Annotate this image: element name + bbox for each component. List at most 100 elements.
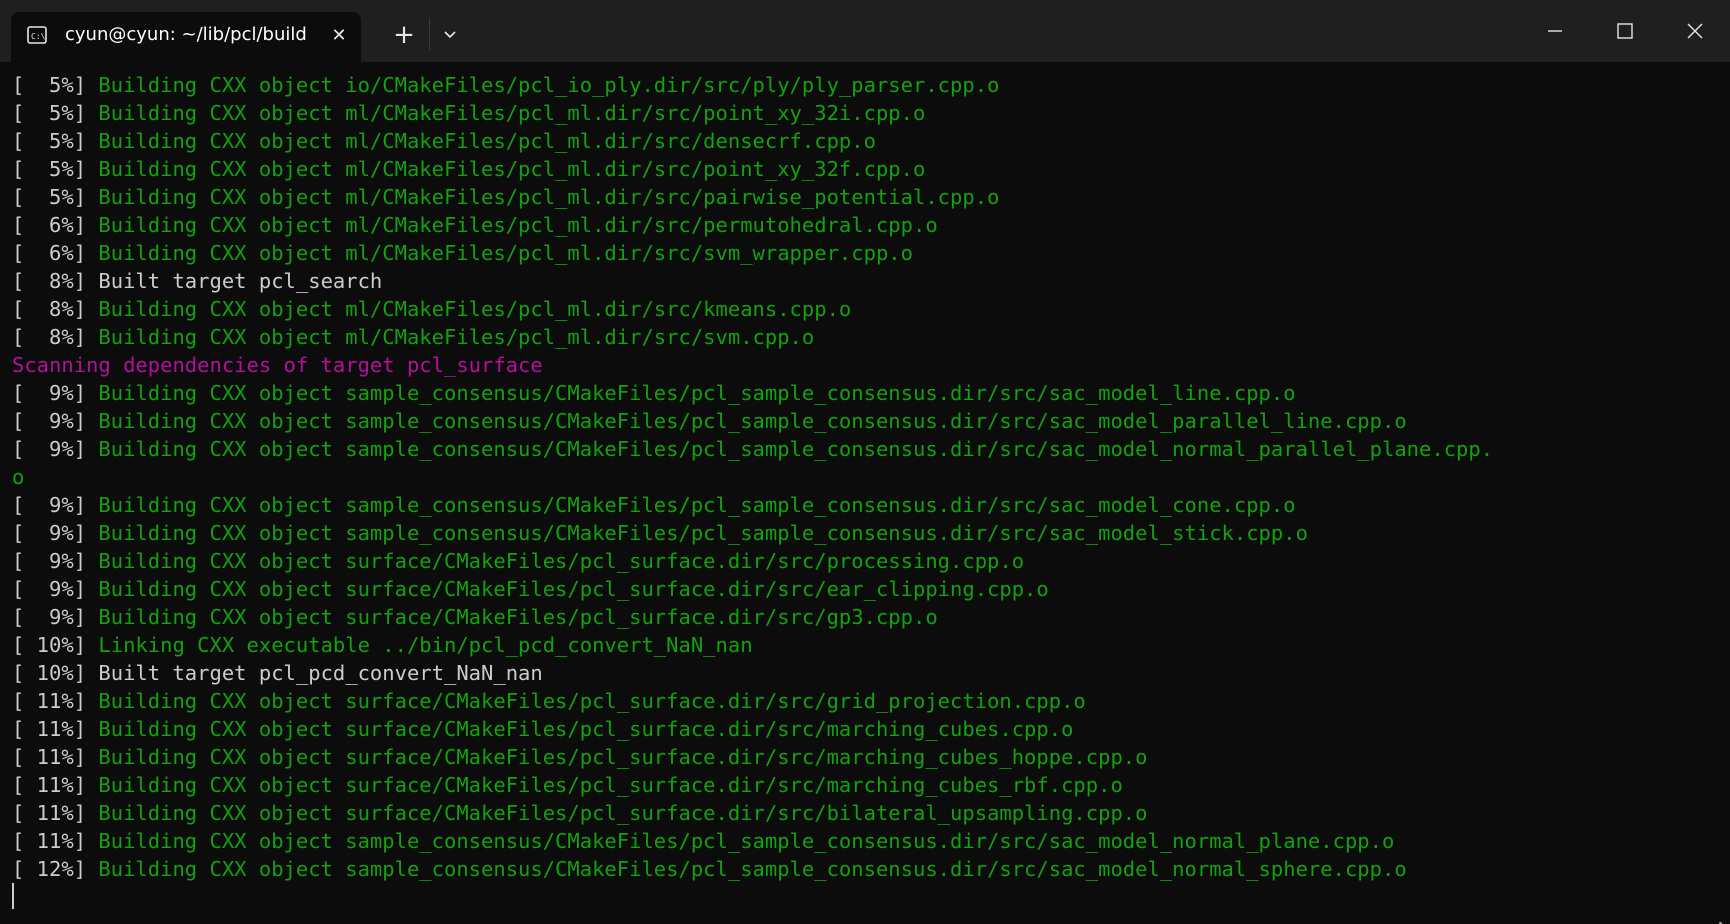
terminal-line: [ 11%] Building CXX object surface/CMake…: [12, 687, 1493, 715]
svg-text:C:\: C:\: [31, 32, 46, 41]
terminal-line: [ 11%] Building CXX object sample_consen…: [12, 827, 1493, 855]
line-text: Building CXX object sample_consensus/CMa…: [98, 437, 1494, 461]
text-cursor: [12, 883, 14, 909]
terminal-line: [ 6%] Building CXX object ml/CMakeFiles/…: [12, 211, 1493, 239]
line-text: Building CXX object sample_consensus/CMa…: [98, 521, 1308, 545]
terminal-line: [ 12%] Building CXX object sample_consen…: [12, 855, 1493, 883]
line-text: Scanning dependencies of target pcl_surf…: [12, 353, 543, 377]
terminal-line: [ 9%] Building CXX object surface/CMakeF…: [12, 547, 1493, 575]
progress-prefix: [ 11%]: [12, 773, 99, 797]
progress-prefix: [ 5%]: [12, 101, 99, 125]
progress-prefix: [ 11%]: [12, 829, 99, 853]
progress-prefix: [ 11%]: [12, 801, 99, 825]
line-text: Building CXX object surface/CMakeFiles/p…: [98, 689, 1086, 713]
terminal-line: [ 10%] Linking CXX executable ../bin/pcl…: [12, 631, 1493, 659]
terminal-line: [ 8%] Building CXX object ml/CMakeFiles/…: [12, 295, 1493, 323]
terminal-line: [ 8%] Building CXX object ml/CMakeFiles/…: [12, 323, 1493, 351]
terminal-line: [ 9%] Building CXX object sample_consens…: [12, 379, 1493, 407]
terminal-line: [ 5%] Building CXX object ml/CMakeFiles/…: [12, 155, 1493, 183]
terminal-line: [ 11%] Building CXX object surface/CMake…: [12, 771, 1493, 799]
progress-prefix: [ 12%]: [12, 857, 99, 881]
terminal-line: Scanning dependencies of target pcl_surf…: [12, 351, 1493, 379]
progress-prefix: [ 6%]: [12, 241, 99, 265]
terminal-line: [ 5%] Building CXX object ml/CMakeFiles/…: [12, 127, 1493, 155]
progress-prefix: [ 9%]: [12, 437, 99, 461]
tab-divider: [429, 18, 430, 50]
progress-prefix: [ 8%]: [12, 269, 99, 293]
progress-prefix: [ 5%]: [12, 129, 99, 153]
progress-prefix: [ 10%]: [12, 661, 99, 685]
terminal-line: [ 9%] Building CXX object sample_consens…: [12, 407, 1493, 435]
maximize-icon[interactable]: [1594, 0, 1656, 62]
progress-prefix: [ 9%]: [12, 549, 99, 573]
line-text: Building CXX object ml/CMakeFiles/pcl_ml…: [98, 101, 926, 125]
new-tab-button[interactable]: +: [391, 20, 417, 50]
title-bar[interactable]: C:\ cyun@cyun: ~/lib/pcl/build ✕ +: [0, 0, 1730, 62]
line-text: Building CXX object ml/CMakeFiles/pcl_ml…: [98, 129, 876, 153]
terminal-line: [ 5%] Building CXX object ml/CMakeFiles/…: [12, 183, 1493, 211]
tab-title: cyun@cyun: ~/lib/pcl/build: [65, 24, 307, 45]
line-text: Building CXX object surface/CMakeFiles/p…: [98, 745, 1148, 769]
line-text: o: [12, 465, 25, 489]
output-lines: [ 5%] Building CXX object io/CMakeFiles/…: [12, 71, 1493, 883]
line-text: Building CXX object sample_consensus/CMa…: [98, 857, 1407, 881]
progress-prefix: [ 11%]: [12, 745, 99, 769]
terminal-line: [ 6%] Building CXX object ml/CMakeFiles/…: [12, 239, 1493, 267]
close-tab-icon[interactable]: ✕: [329, 26, 349, 46]
line-text: Building CXX object sample_consensus/CMa…: [98, 381, 1296, 405]
line-text: Building CXX object ml/CMakeFiles/pcl_ml…: [98, 325, 815, 349]
terminal-line: [ 9%] Building CXX object surface/CMakeF…: [12, 575, 1493, 603]
terminal-line: [ 9%] Building CXX object sample_consens…: [12, 519, 1493, 547]
progress-prefix: [ 10%]: [12, 633, 99, 657]
progress-prefix: [ 9%]: [12, 521, 99, 545]
terminal-line: [ 11%] Building CXX object surface/CMake…: [12, 799, 1493, 827]
terminal-line: [ 5%] Building CXX object io/CMakeFiles/…: [12, 71, 1493, 99]
line-text: Building CXX object sample_consensus/CMa…: [98, 829, 1395, 853]
progress-prefix: [ 8%]: [12, 325, 99, 349]
line-text: Building CXX object sample_consensus/CMa…: [98, 409, 1407, 433]
terminal-line: [ 9%] Building CXX object sample_consens…: [12, 435, 1493, 463]
terminal-line: [ 11%] Building CXX object surface/CMake…: [12, 715, 1493, 743]
line-text: Building CXX object surface/CMakeFiles/p…: [98, 577, 1049, 601]
line-text: Building CXX object ml/CMakeFiles/pcl_ml…: [98, 297, 852, 321]
terminal-line: [ 5%] Building CXX object ml/CMakeFiles/…: [12, 99, 1493, 127]
line-text: Linking CXX executable ../bin/pcl_pcd_co…: [98, 633, 753, 657]
line-text: Built target pcl_search: [98, 269, 383, 293]
line-text: Building CXX object surface/CMakeFiles/p…: [98, 549, 1025, 573]
line-text: Built target pcl_pcd_convert_NaN_nan: [98, 661, 543, 685]
progress-prefix: [ 9%]: [12, 381, 99, 405]
terminal-line: [ 10%] Built target pcl_pcd_convert_NaN_…: [12, 659, 1493, 687]
terminal-window: C:\ cyun@cyun: ~/lib/pcl/build ✕ + [ 5%]…: [0, 0, 1730, 924]
progress-prefix: [ 11%]: [12, 689, 99, 713]
line-text: Building CXX object ml/CMakeFiles/pcl_ml…: [98, 241, 913, 265]
progress-prefix: [ 8%]: [12, 297, 99, 321]
terminal-line: [ 9%] Building CXX object sample_consens…: [12, 491, 1493, 519]
line-text: Building CXX object ml/CMakeFiles/pcl_ml…: [98, 213, 938, 237]
terminal-output[interactable]: [ 5%] Building CXX object io/CMakeFiles/…: [0, 62, 1730, 924]
terminal-icon: C:\: [27, 26, 47, 44]
line-text: Building CXX object surface/CMakeFiles/p…: [98, 773, 1123, 797]
chevron-down-icon[interactable]: [438, 20, 462, 50]
line-text: Building CXX object surface/CMakeFiles/p…: [98, 605, 938, 629]
line-text: Building CXX object sample_consensus/CMa…: [98, 493, 1296, 517]
terminal-line: [ 9%] Building CXX object surface/CMakeF…: [12, 603, 1493, 631]
progress-prefix: [ 9%]: [12, 409, 99, 433]
progress-prefix: [ 5%]: [12, 73, 99, 97]
progress-prefix: [ 11%]: [12, 717, 99, 741]
progress-prefix: [ 9%]: [12, 577, 99, 601]
line-text: Building CXX object io/CMakeFiles/pcl_io…: [98, 73, 1000, 97]
close-window-icon[interactable]: [1664, 0, 1726, 62]
terminal-tab[interactable]: C:\ cyun@cyun: ~/lib/pcl/build ✕: [11, 12, 361, 62]
terminal-line: [ 8%] Built target pcl_search: [12, 267, 1493, 295]
progress-prefix: [ 9%]: [12, 605, 99, 629]
progress-prefix: [ 5%]: [12, 157, 99, 181]
progress-prefix: [ 9%]: [12, 493, 99, 517]
line-text: Building CXX object surface/CMakeFiles/p…: [98, 801, 1148, 825]
line-text: Building CXX object ml/CMakeFiles/pcl_ml…: [98, 157, 926, 181]
terminal-line: o: [12, 463, 1493, 491]
line-text: Building CXX object surface/CMakeFiles/p…: [98, 717, 1074, 741]
progress-prefix: [ 5%]: [12, 185, 99, 209]
terminal-line: [ 11%] Building CXX object surface/CMake…: [12, 743, 1493, 771]
progress-prefix: [ 6%]: [12, 213, 99, 237]
minimize-icon[interactable]: [1524, 0, 1586, 62]
